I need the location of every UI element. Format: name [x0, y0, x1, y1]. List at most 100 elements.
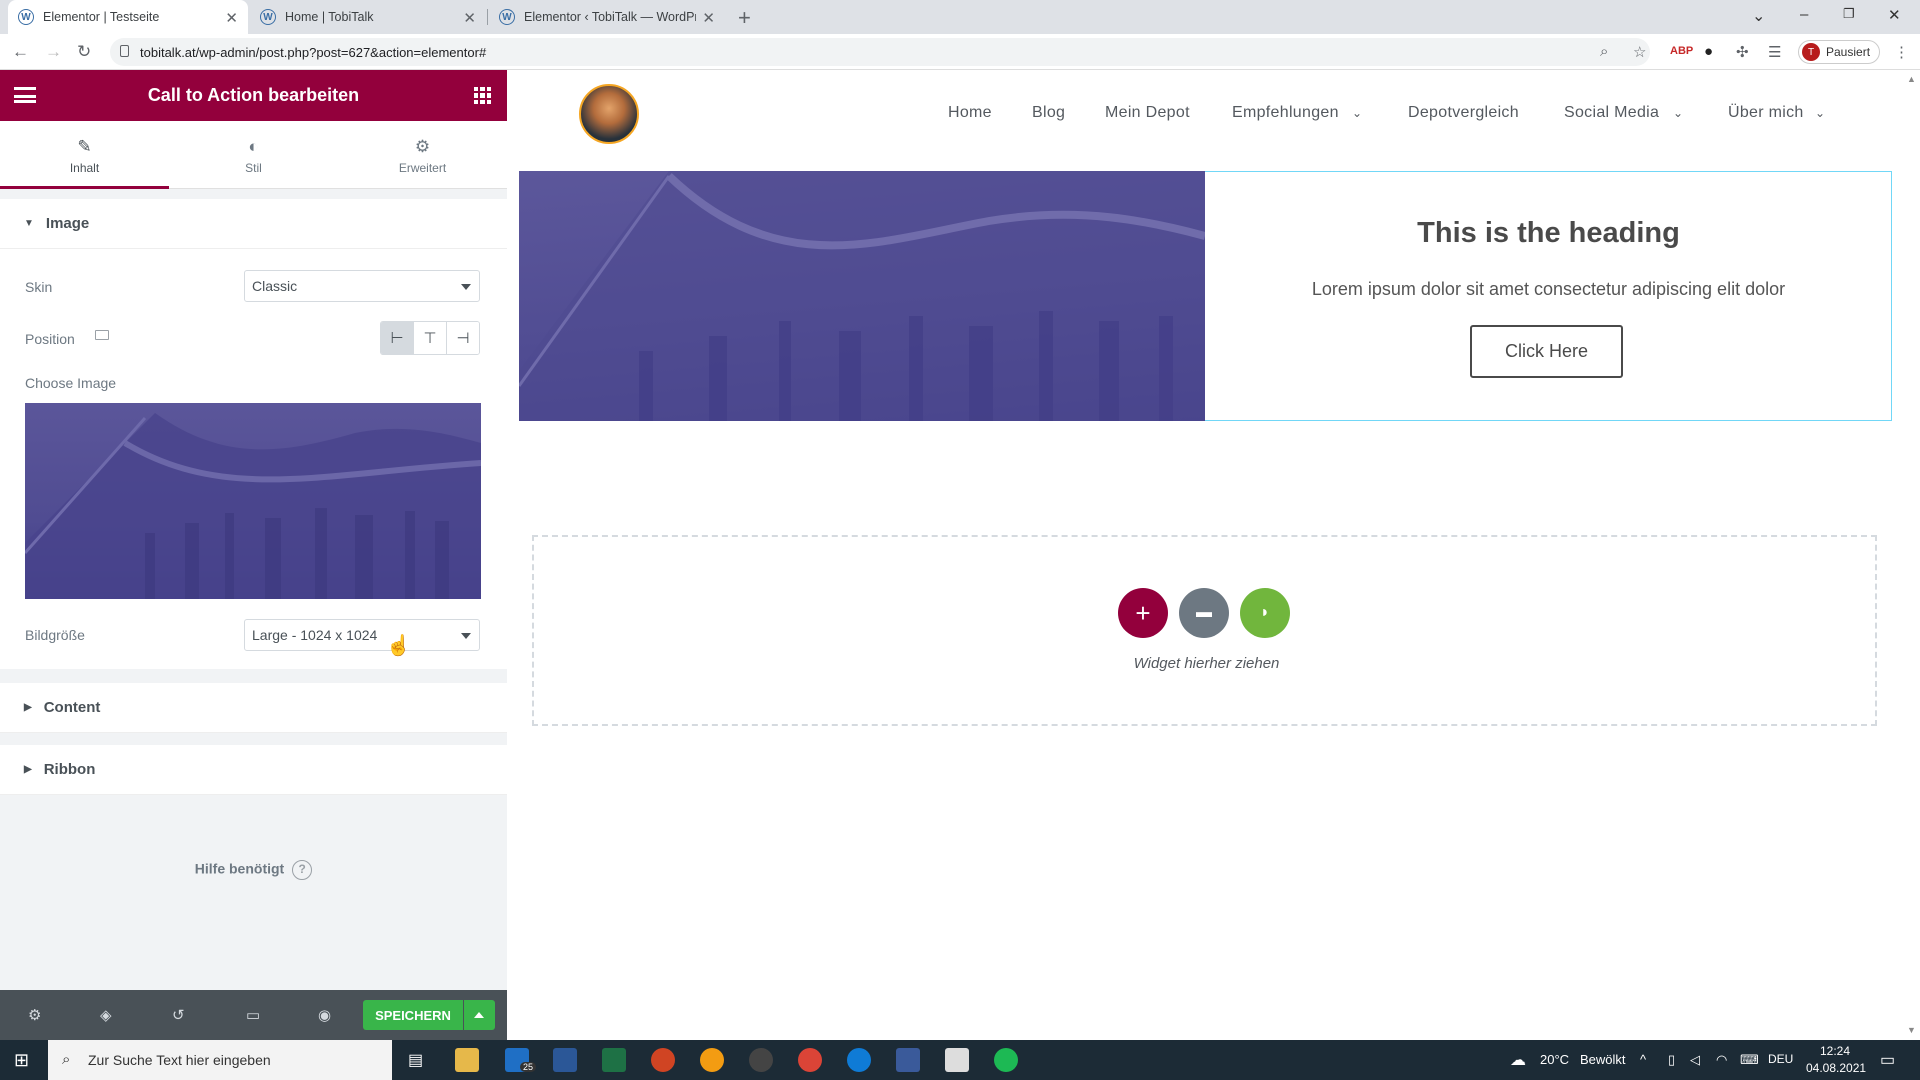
restore-button[interactable]: ❐	[1843, 6, 1855, 22]
profile-button[interactable]: T Pausiert	[1798, 40, 1880, 64]
settings-icon[interactable]: ⚙	[28, 1006, 41, 1024]
word-icon[interactable]	[553, 1048, 577, 1072]
powerpoint-icon[interactable]	[651, 1048, 675, 1072]
windows-taskbar: ⊞ ⌕ Zur Suche Text hier eingeben ▤ 25 ☁ …	[0, 1040, 1920, 1080]
nav-blog[interactable]: Blog	[1032, 104, 1065, 122]
adblock-icon[interactable]: ABP	[1670, 45, 1693, 57]
bildgroesse-label: Bildgröße	[25, 627, 85, 643]
page-scrollbar[interactable]: ▲ ▼	[1903, 70, 1920, 1040]
nav-home[interactable]: Home	[948, 104, 992, 122]
tray-chevron-icon[interactable]: ^	[1640, 1052, 1646, 1067]
extensions-icon[interactable]: ✣	[1736, 43, 1749, 61]
tab-erweitert[interactable]: ⚙ Erweitert	[338, 121, 507, 189]
skin-select[interactable]: Classic	[244, 270, 480, 302]
envato-kit-icon[interactable]: ◗	[1240, 588, 1290, 638]
add-template-folder-icon[interactable]: ▬	[1179, 588, 1229, 638]
app-icon[interactable]	[700, 1048, 724, 1072]
keyboard-icon[interactable]: ⌨	[1740, 1052, 1759, 1068]
help-text: Hilfe benötigt	[194, 860, 285, 877]
browser-tab-home-tobitalk[interactable]: W Home | TobiTalk ✕	[250, 0, 486, 34]
nav-social-media[interactable]: Social Media	[1564, 104, 1659, 122]
notepad-icon[interactable]	[945, 1048, 969, 1072]
tab-inhalt[interactable]: ✎ Inhalt	[0, 121, 169, 189]
browser-tab-elementor-testseite[interactable]: W Elementor | Testseite ✕	[8, 0, 248, 34]
url-text: tobitalk.at/wp-admin/post.php?post=627&a…	[140, 44, 487, 60]
app-icon[interactable]	[896, 1048, 920, 1072]
network-icon[interactable]: ◠	[1716, 1052, 1727, 1068]
align-left-icon[interactable]: ⊢	[381, 322, 414, 354]
nav-ueber-mich[interactable]: Über mich	[1728, 104, 1804, 122]
scroll-up-icon[interactable]: ▲	[1907, 74, 1916, 84]
forward-icon[interactable]: →	[45, 42, 62, 62]
url-field[interactable]: tobitalk.at/wp-admin/post.php?post=627&a…	[110, 38, 1650, 66]
widgets-grid-icon[interactable]	[474, 87, 491, 104]
tab-search-icon[interactable]: ⌄	[1752, 6, 1765, 26]
avatar: T	[1802, 43, 1820, 61]
preview-eye-icon[interactable]: ◉	[318, 1006, 331, 1024]
battery-icon[interactable]: ▯	[1668, 1052, 1675, 1068]
minimize-button[interactable]: –	[1800, 6, 1808, 23]
add-section-button[interactable]: +	[1118, 588, 1168, 638]
chevron-down-icon: ⌄	[1352, 106, 1363, 120]
taskbar-search-field[interactable]: ⌕ Zur Suche Text hier eingeben	[48, 1040, 392, 1080]
content-section-header[interactable]: ▶ Content	[0, 683, 507, 733]
widget-dropzone[interactable]: + ▬ ◗ Widget hierher ziehen	[532, 535, 1877, 726]
save-button[interactable]: SPEICHERN	[363, 1000, 463, 1030]
close-tab-icon[interactable]: ✕	[225, 9, 238, 27]
image-section-header[interactable]: ▼ Image	[0, 199, 507, 249]
reading-list-icon[interactable]: ☰	[1768, 43, 1781, 61]
obs-icon[interactable]	[749, 1048, 773, 1072]
task-view-icon[interactable]: ▤	[408, 1050, 423, 1070]
volume-icon[interactable]: ◁	[1690, 1052, 1700, 1068]
scroll-down-icon[interactable]: ▼	[1907, 1025, 1916, 1035]
skin-label: Skin	[25, 279, 53, 295]
chrome-icon[interactable]	[798, 1048, 822, 1072]
close-tab-icon[interactable]: ✕	[702, 9, 715, 27]
windows-start-icon[interactable]: ⊞	[14, 1050, 29, 1071]
desktop-icon[interactable]	[95, 330, 109, 340]
zoom-icon[interactable]: ⌕	[1600, 43, 1608, 60]
cta-image[interactable]	[519, 171, 1205, 421]
clock-time[interactable]: 12:24	[1820, 1044, 1850, 1058]
chevron-down-icon: ⌄	[1815, 106, 1826, 120]
file-explorer-icon[interactable]	[455, 1048, 479, 1072]
site-logo[interactable]	[579, 84, 639, 144]
close-window-button[interactable]: ✕	[1888, 6, 1901, 24]
new-tab-button[interactable]: +	[738, 5, 751, 31]
tab-stil[interactable]: ◐ Stil	[169, 121, 338, 189]
nav-empfehlungen[interactable]: Empfehlungen	[1232, 104, 1339, 122]
browser-tab-elementor-wordpress[interactable]: W Elementor ‹ TobiTalk — WordPre ✕	[489, 0, 725, 34]
back-icon[interactable]: ←	[12, 42, 29, 62]
search-icon: ⌕	[62, 1051, 71, 1068]
spotify-icon[interactable]	[994, 1048, 1018, 1072]
save-options-button[interactable]	[464, 1000, 495, 1030]
weather-temp[interactable]: 20°C	[1540, 1052, 1569, 1067]
help-link[interactable]: Hilfe benötigt?	[0, 860, 507, 880]
nav-depotvergleich[interactable]: Depotvergleich	[1408, 104, 1519, 122]
ribbon-section-header[interactable]: ▶ Ribbon	[0, 745, 507, 795]
align-right-icon[interactable]: ⊣	[447, 322, 479, 354]
clock-date[interactable]: 04.08.2021	[1806, 1061, 1866, 1075]
address-bar-row: ← → ↻ tobitalk.at/wp-admin/post.php?post…	[0, 34, 1920, 70]
cta-button[interactable]: Click Here	[1470, 325, 1623, 378]
responsive-icon[interactable]: ▭	[246, 1006, 260, 1024]
menu-icon[interactable]: ⋮	[1894, 43, 1909, 61]
excel-icon[interactable]	[602, 1048, 626, 1072]
close-tab-icon[interactable]: ✕	[463, 9, 476, 27]
mail-badge: 25	[520, 1062, 537, 1072]
navigator-icon[interactable]: ◈	[100, 1006, 112, 1024]
dropzone-text: Widget hierher ziehen	[1133, 655, 1280, 672]
bildgroesse-select[interactable]: Large - 1024 x 1024	[244, 619, 480, 651]
nav-mein-depot[interactable]: Mein Depot	[1105, 104, 1190, 122]
notification-icon[interactable]: ▭	[1880, 1050, 1895, 1070]
bookmark-star-icon[interactable]: ☆	[1633, 43, 1646, 61]
grammarly-icon[interactable]: ●	[1704, 43, 1713, 60]
image-thumbnail[interactable]	[25, 403, 481, 599]
edge-icon[interactable]	[847, 1048, 871, 1072]
profile-status: Pausiert	[1826, 45, 1871, 59]
weather-desc[interactable]: Bewölkt	[1580, 1052, 1626, 1067]
align-top-icon[interactable]: ⊤	[414, 322, 447, 354]
language-indicator[interactable]: DEU	[1768, 1052, 1793, 1066]
history-icon[interactable]: ↺	[172, 1006, 185, 1024]
reload-icon[interactable]: ↻	[77, 42, 91, 62]
